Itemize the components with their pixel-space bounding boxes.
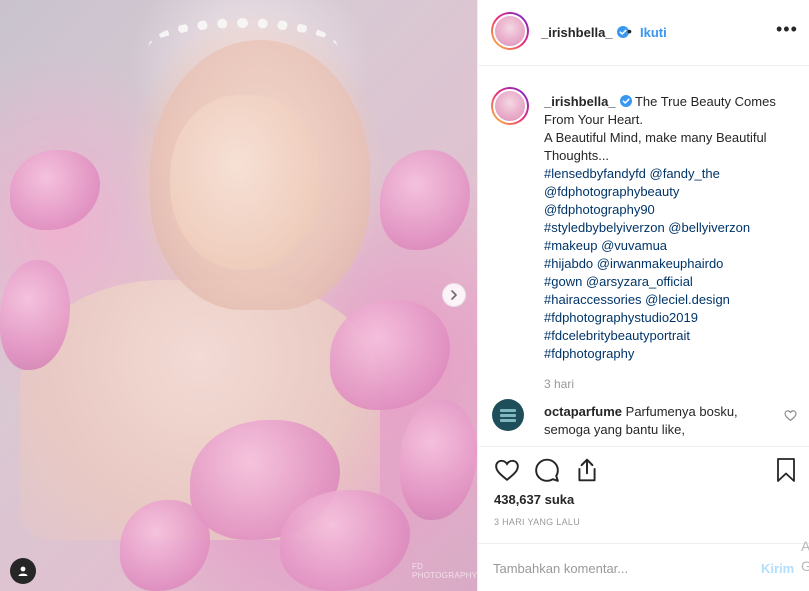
photo-crown <box>148 18 338 78</box>
hashtag-link[interactable]: #makeup @vuvamua <box>544 237 796 255</box>
post-date[interactable]: 3 HARI YANG LALU <box>494 517 580 527</box>
post-side-panel: _irishbella_ • Ikuti ••• _irishbella_ Th… <box>477 0 809 591</box>
caption-line: Thoughts... <box>544 148 610 163</box>
hashtag-link[interactable]: #fdphotography <box>544 345 796 363</box>
follow-button[interactable]: Ikuti <box>640 25 667 40</box>
avatar[interactable] <box>492 399 524 431</box>
post-caption: _irishbella_ The True Beauty Comes From … <box>544 93 796 363</box>
heart-icon[interactable] <box>494 457 520 483</box>
verified-badge-icon <box>619 95 632 107</box>
bookmark-icon[interactable] <box>774 457 798 483</box>
photo-petal <box>380 150 470 250</box>
photo-watermark: FD PHOTOGRAPHY <box>412 562 477 580</box>
carousel-next-button[interactable] <box>442 283 466 307</box>
post-author[interactable]: _irishbella_ <box>541 25 629 40</box>
post-comment-button[interactable]: Kirim <box>761 561 794 576</box>
hashtag-link[interactable]: #fdcelebritybeautyportrait <box>544 327 796 345</box>
avatar[interactable] <box>491 12 529 50</box>
carousel-next-icon <box>451 290 457 300</box>
more-options-icon[interactable]: ••• <box>776 20 798 38</box>
photo-petal <box>280 490 410 591</box>
caption-username[interactable]: _irishbella_ <box>544 94 616 109</box>
hashtag-link[interactable]: #hijabdo @irwanmakeuphairdo <box>544 255 796 273</box>
post-header: _irishbella_ • Ikuti ••• <box>478 0 809 66</box>
user-tag-button[interactable] <box>10 558 36 584</box>
caption-time: 3 hari <box>544 377 575 391</box>
comment-input[interactable] <box>493 557 743 579</box>
hashtag-link[interactable]: #hairaccessories @leciel.design <box>544 291 796 309</box>
comment-body-line: Parfumenya bosku, <box>625 404 738 419</box>
edge-overlay-text: A G <box>801 538 809 574</box>
photo-petal <box>330 300 450 410</box>
user-tag-icon <box>18 566 28 576</box>
comment-username[interactable]: octaparfume <box>544 404 622 419</box>
photo-petal <box>400 400 477 520</box>
like-count[interactable]: 438,637 suka <box>494 492 574 507</box>
caption-first-line: The True Beauty Comes <box>634 94 776 109</box>
hashtag-link[interactable]: @fdphotography90 <box>544 201 796 219</box>
hashtag-link[interactable]: #lensedbyfandyfd @fandy_the <box>544 165 796 183</box>
separator-dot: • <box>627 23 632 39</box>
photo-petal <box>120 500 210 591</box>
share-icon[interactable] <box>574 457 600 483</box>
photo-petal <box>10 150 100 230</box>
comment-like-heart-icon[interactable] <box>784 409 797 422</box>
caption-line: From Your Heart. <box>544 112 643 127</box>
comment-text: octaparfume Parfumenya bosku, semoga yan… <box>544 403 769 439</box>
comment-body-line: semoga yang bantu like, <box>544 422 685 437</box>
photo-face <box>170 95 320 270</box>
hashtag-link[interactable]: #fdphotographystudio2019 <box>544 309 796 327</box>
author-username[interactable]: _irishbella_ <box>541 25 613 40</box>
avatar[interactable] <box>491 87 529 125</box>
comment-form: Kirim <box>478 543 809 591</box>
comment-icon[interactable] <box>534 457 560 483</box>
post-photo[interactable]: FD PHOTOGRAPHY <box>0 0 477 591</box>
hashtag-link[interactable]: #styledbybelyiverzon @bellyiverzon <box>544 219 796 237</box>
hashtag-link[interactable]: #gown @arsyzara_official <box>544 273 796 291</box>
comments-section[interactable]: _irishbella_ The True Beauty Comes From … <box>478 67 809 447</box>
caption-line: A Beautiful Mind, make many Beautiful <box>544 130 767 145</box>
hashtag-link[interactable]: @fdphotographybeauty <box>544 183 796 201</box>
